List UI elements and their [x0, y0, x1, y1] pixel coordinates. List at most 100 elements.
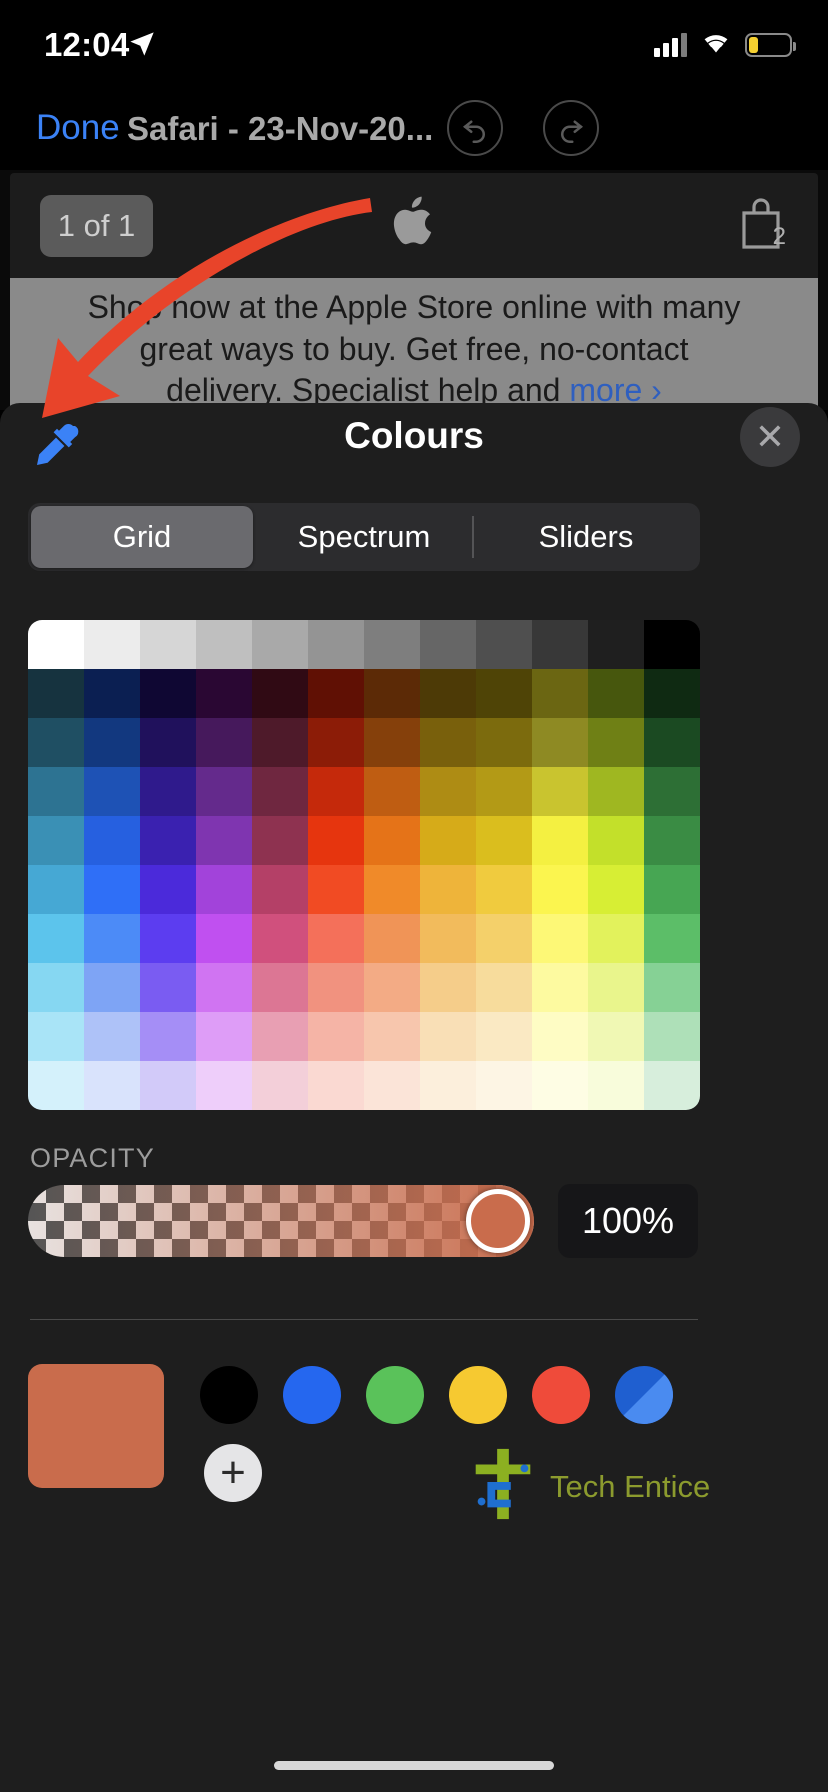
colour-cell-0-6[interactable]: [364, 620, 420, 669]
colour-cell-3-6[interactable]: [364, 767, 420, 816]
colour-cell-5-4[interactable]: [252, 865, 308, 914]
colour-cell-6-10[interactable]: [588, 914, 644, 963]
swatch-duotone-blue[interactable]: [615, 1366, 673, 1424]
colour-cell-0-0[interactable]: [28, 620, 84, 669]
colour-cell-7-4[interactable]: [252, 963, 308, 1012]
colour-cell-4-8[interactable]: [476, 816, 532, 865]
colour-cell-7-11[interactable]: [644, 963, 700, 1012]
close-icon[interactable]: ✕: [740, 407, 800, 467]
colour-cell-0-2[interactable]: [140, 620, 196, 669]
colour-cell-5-0[interactable]: [28, 865, 84, 914]
colour-cell-0-10[interactable]: [588, 620, 644, 669]
colour-cell-8-0[interactable]: [28, 1012, 84, 1061]
colour-cell-0-1[interactable]: [84, 620, 140, 669]
colour-cell-0-8[interactable]: [476, 620, 532, 669]
colour-cell-0-7[interactable]: [420, 620, 476, 669]
colour-cell-8-8[interactable]: [476, 1012, 532, 1061]
colour-cell-1-2[interactable]: [140, 669, 196, 718]
colour-cell-3-9[interactable]: [532, 767, 588, 816]
tab-sliders[interactable]: Sliders: [475, 506, 697, 568]
colour-cell-4-4[interactable]: [252, 816, 308, 865]
colour-cell-7-9[interactable]: [532, 963, 588, 1012]
colour-cell-1-6[interactable]: [364, 669, 420, 718]
swatch-blue[interactable]: [283, 1366, 341, 1424]
colour-grid[interactable]: [28, 620, 700, 1110]
colour-cell-1-1[interactable]: [84, 669, 140, 718]
colour-cell-0-4[interactable]: [252, 620, 308, 669]
add-swatch-button[interactable]: +: [204, 1444, 262, 1502]
colour-cell-6-7[interactable]: [420, 914, 476, 963]
colour-cell-6-9[interactable]: [532, 914, 588, 963]
colour-cell-2-9[interactable]: [532, 718, 588, 767]
colour-cell-1-4[interactable]: [252, 669, 308, 718]
colour-cell-9-2[interactable]: [140, 1061, 196, 1110]
colour-cell-8-4[interactable]: [252, 1012, 308, 1061]
colour-cell-4-5[interactable]: [308, 816, 364, 865]
colour-cell-2-2[interactable]: [140, 718, 196, 767]
colour-cell-9-5[interactable]: [308, 1061, 364, 1110]
colour-cell-9-6[interactable]: [364, 1061, 420, 1110]
colour-cell-7-3[interactable]: [196, 963, 252, 1012]
colour-cell-3-5[interactable]: [308, 767, 364, 816]
colour-cell-9-0[interactable]: [28, 1061, 84, 1110]
colour-cell-7-10[interactable]: [588, 963, 644, 1012]
colour-cell-3-7[interactable]: [420, 767, 476, 816]
colour-cell-5-10[interactable]: [588, 865, 644, 914]
colour-cell-2-5[interactable]: [308, 718, 364, 767]
colour-cell-9-11[interactable]: [644, 1061, 700, 1110]
current-colour-swatch[interactable]: [28, 1364, 164, 1488]
colour-cell-6-3[interactable]: [196, 914, 252, 963]
colour-cell-3-0[interactable]: [28, 767, 84, 816]
colour-cell-2-1[interactable]: [84, 718, 140, 767]
colour-cell-3-2[interactable]: [140, 767, 196, 816]
colour-cell-2-10[interactable]: [588, 718, 644, 767]
colour-cell-3-10[interactable]: [588, 767, 644, 816]
colour-cell-4-7[interactable]: [420, 816, 476, 865]
swatch-black[interactable]: [200, 1366, 258, 1424]
colour-cell-9-4[interactable]: [252, 1061, 308, 1110]
colour-cell-6-2[interactable]: [140, 914, 196, 963]
done-button[interactable]: Done: [36, 108, 120, 148]
colour-cell-2-6[interactable]: [364, 718, 420, 767]
colour-cell-9-3[interactable]: [196, 1061, 252, 1110]
colour-cell-7-5[interactable]: [308, 963, 364, 1012]
colour-cell-5-7[interactable]: [420, 865, 476, 914]
colour-cell-1-11[interactable]: [644, 669, 700, 718]
swatch-green[interactable]: [366, 1366, 424, 1424]
colour-cell-8-5[interactable]: [308, 1012, 364, 1061]
colour-cell-7-1[interactable]: [84, 963, 140, 1012]
colour-cell-8-3[interactable]: [196, 1012, 252, 1061]
colour-cell-1-7[interactable]: [420, 669, 476, 718]
colour-cell-8-1[interactable]: [84, 1012, 140, 1061]
colour-cell-5-5[interactable]: [308, 865, 364, 914]
colour-cell-2-7[interactable]: [420, 718, 476, 767]
colour-cell-7-6[interactable]: [364, 963, 420, 1012]
colour-cell-6-0[interactable]: [28, 914, 84, 963]
opacity-slider-knob[interactable]: [466, 1189, 530, 1253]
opacity-value-field[interactable]: 100%: [558, 1184, 698, 1258]
colour-cell-3-1[interactable]: [84, 767, 140, 816]
tab-grid[interactable]: Grid: [31, 506, 253, 568]
colour-cell-5-1[interactable]: [84, 865, 140, 914]
colour-cell-0-3[interactable]: [196, 620, 252, 669]
colour-cell-0-11[interactable]: [644, 620, 700, 669]
colour-cell-8-7[interactable]: [420, 1012, 476, 1061]
swatch-red[interactable]: [532, 1366, 590, 1424]
colour-cell-1-0[interactable]: [28, 669, 84, 718]
colour-cell-7-2[interactable]: [140, 963, 196, 1012]
colour-cell-5-3[interactable]: [196, 865, 252, 914]
opacity-slider[interactable]: [28, 1185, 534, 1257]
colour-cell-0-5[interactable]: [308, 620, 364, 669]
mode-segmented-control[interactable]: Grid Spectrum Sliders: [28, 503, 700, 571]
colour-cell-1-10[interactable]: [588, 669, 644, 718]
colour-cell-7-0[interactable]: [28, 963, 84, 1012]
colour-cell-7-8[interactable]: [476, 963, 532, 1012]
colour-cell-6-4[interactable]: [252, 914, 308, 963]
colour-cell-9-7[interactable]: [420, 1061, 476, 1110]
colour-cell-8-10[interactable]: [588, 1012, 644, 1061]
redo-icon[interactable]: [543, 100, 599, 156]
colour-cell-5-11[interactable]: [644, 865, 700, 914]
colour-cell-3-11[interactable]: [644, 767, 700, 816]
colour-cell-4-0[interactable]: [28, 816, 84, 865]
colour-cell-1-8[interactable]: [476, 669, 532, 718]
